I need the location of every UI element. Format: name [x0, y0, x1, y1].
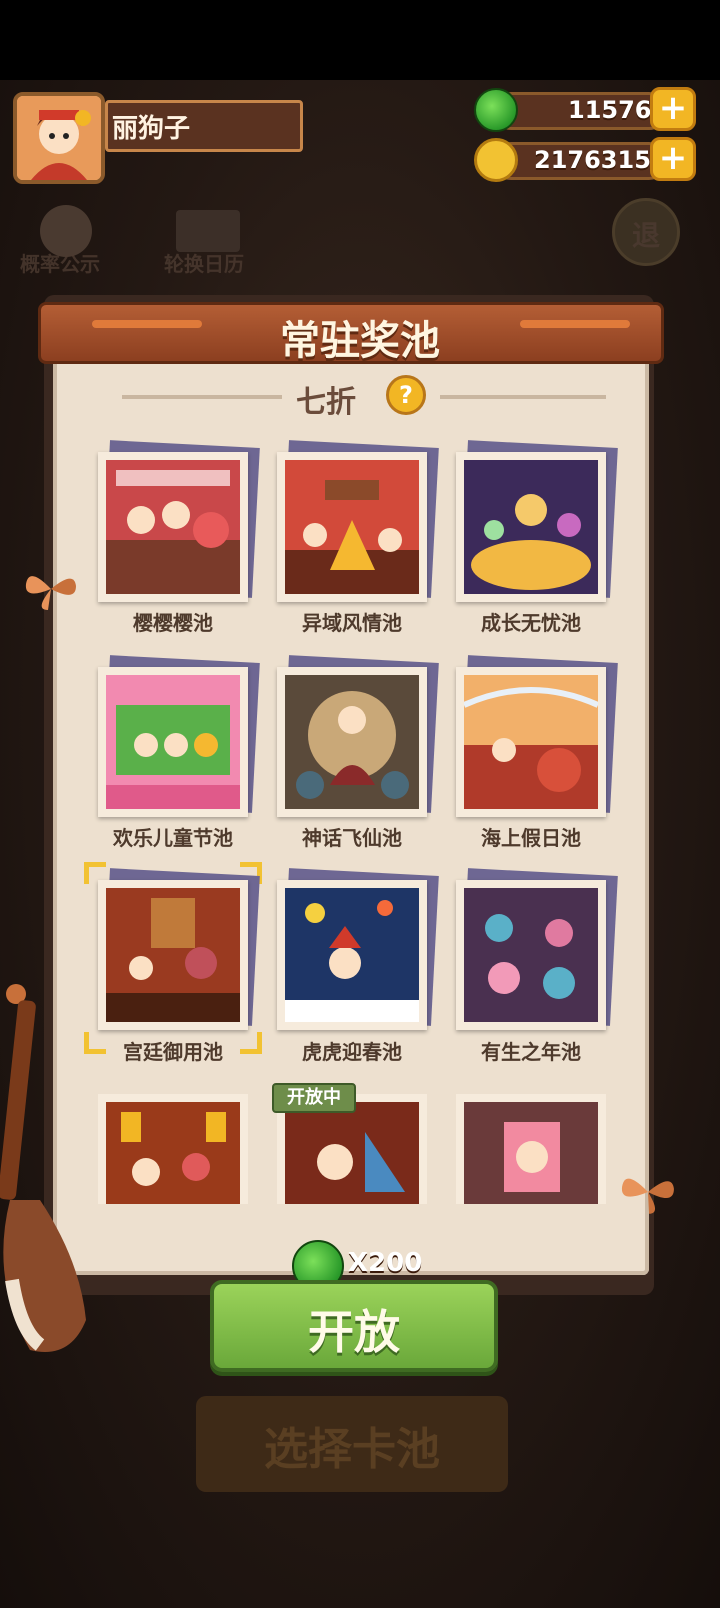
add-coin-button[interactable]: +	[650, 137, 696, 181]
pool-name: 宫廷御用池	[123, 1040, 223, 1064]
butterfly-icon	[25, 576, 76, 610]
calendar-icon[interactable]	[176, 210, 240, 252]
plus-icon: +	[658, 88, 688, 128]
pool-name: 樱樱樱池	[133, 611, 213, 635]
exit-label: 退	[632, 219, 661, 252]
open-button-label[interactable]: 开放	[210, 1296, 498, 1362]
plus-icon: +	[658, 138, 688, 178]
pool-card[interactable]	[456, 868, 618, 1030]
divider	[122, 395, 282, 399]
probability-label[interactable]: 概率公示	[20, 248, 100, 277]
pool-card[interactable]	[277, 440, 439, 602]
pool-card[interactable]	[277, 868, 439, 1030]
pool-art-exotic	[285, 460, 419, 594]
pool-name: 欢乐儿童节池	[113, 826, 233, 850]
coin-icon	[474, 138, 518, 182]
pool-card[interactable]	[277, 655, 439, 817]
pool-art-growth	[464, 460, 598, 594]
pool-art-portrait	[464, 1102, 598, 1204]
pool-name: 虎虎迎春池	[302, 1040, 402, 1064]
pool-card[interactable]	[456, 440, 618, 602]
pool-art-sakura	[106, 460, 240, 594]
pool-card[interactable]	[98, 1094, 248, 1204]
pool-art-palace	[106, 888, 240, 1022]
add-jade-button[interactable]: +	[650, 87, 696, 131]
pool-art-adventure	[285, 1102, 419, 1204]
coin-amount: 21763153	[534, 146, 668, 174]
pool-card[interactable]	[98, 440, 260, 602]
pool-art-myth	[285, 675, 419, 809]
pool-name: 有生之年池	[481, 1040, 581, 1064]
panel-title: 常驻奖池	[280, 318, 440, 364]
pool-name: 神话飞仙池	[302, 826, 402, 850]
brush-icon	[0, 984, 86, 1352]
cost-amount: X200	[348, 1248, 423, 1278]
avatar-portrait-icon	[17, 96, 101, 180]
question-icon[interactable]: ?	[386, 375, 426, 415]
pool-card[interactable]	[456, 1094, 606, 1204]
calendar-label[interactable]: 轮换日历	[164, 248, 244, 277]
pool-name: 异域风情池	[302, 611, 402, 635]
open-now-badge: 开放中	[272, 1083, 356, 1113]
pool-art-tiger-spring	[285, 888, 419, 1022]
select-pool-label[interactable]: 选择卡池	[196, 1413, 508, 1477]
pool-name: 海上假日池	[481, 826, 581, 850]
pool-card[interactable]	[456, 655, 618, 817]
pool-art-stage	[106, 1102, 240, 1204]
butterfly-icon	[621, 1178, 674, 1214]
divider	[440, 395, 606, 399]
avatar[interactable]	[13, 92, 105, 184]
pool-art-childrens-day	[106, 675, 240, 809]
pool-card-selected[interactable]	[98, 868, 260, 1030]
pool-card[interactable]	[98, 655, 260, 817]
pool-name: 成长无忧池	[481, 611, 581, 635]
player-name: 丽狗子	[112, 114, 191, 144]
pool-art-lifetime	[464, 888, 598, 1022]
status-bar-area	[0, 0, 720, 80]
jade-icon	[474, 88, 518, 132]
pool-art-sea-holiday	[464, 675, 598, 809]
discount-label: 七折	[296, 385, 356, 420]
